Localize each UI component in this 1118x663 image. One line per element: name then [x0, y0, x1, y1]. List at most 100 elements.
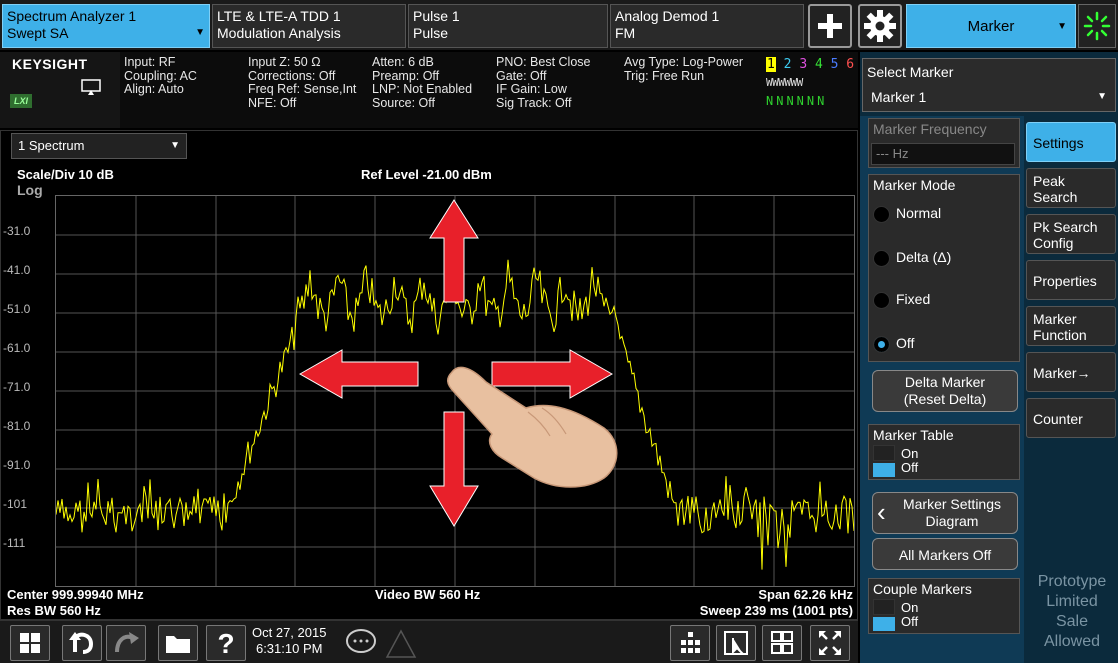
softkey-peak-search[interactable]: Peak Search	[1026, 168, 1116, 208]
y-tick-label: -31.0	[3, 224, 31, 238]
time-text: 6:31:10 PM	[255, 641, 323, 656]
select-marker-value: Marker 1	[871, 89, 927, 105]
redo-button[interactable]	[106, 625, 146, 661]
tab-title: Spectrum Analyzer 1	[7, 8, 137, 24]
softkey-marker-to[interactable]: Marker→	[1026, 352, 1116, 392]
softkey-settings[interactable]: Settings	[1026, 122, 1116, 162]
mode-tab-bar: Spectrum Analyzer 1 Swept SA ▼ LTE & LTE…	[0, 0, 1118, 50]
tab-analog-demod[interactable]: Analog Demod 1 FM	[610, 4, 804, 48]
softkey-label: Properties	[1033, 273, 1097, 289]
triangle-icon[interactable]	[384, 627, 418, 659]
marker-frequency-input: --- Hz	[871, 143, 1015, 165]
radio-off[interactable]: Off	[873, 335, 914, 353]
radio-normal[interactable]: Normal	[873, 205, 941, 223]
marker-table-toggle[interactable]	[873, 445, 895, 479]
info-line: Align: Auto	[124, 82, 184, 96]
trace-numbers: 1 2 3 4 5 6	[766, 56, 854, 74]
softkey-marker-function[interactable]: Marker Function	[1026, 306, 1116, 346]
tab-spectrum-analyzer[interactable]: Spectrum Analyzer 1 Swept SA ▼	[2, 4, 210, 48]
marker-settings-controls: Marker Frequency --- Hz Marker Mode Norm…	[860, 116, 1024, 663]
y-tick-label: -71.0	[3, 380, 31, 394]
select-marker-dropdown[interactable]: Select Marker Marker 1 ▼	[862, 58, 1116, 112]
chevron-down-icon: ▼	[1057, 21, 1067, 32]
toggle-off-segment	[873, 617, 895, 631]
menu-label: Marker	[967, 18, 1015, 35]
chevron-down-icon: ▼	[1097, 91, 1107, 102]
radio-icon	[873, 205, 890, 223]
marker-mode-group: Marker Mode Normal Delta (Δ) Fixed Off	[868, 174, 1020, 362]
tab-title: Pulse 1	[413, 8, 460, 24]
busy-indicator	[1078, 4, 1116, 48]
remote-icon	[81, 79, 101, 95]
scale-div-label: Scale/Div 10 dB	[17, 167, 114, 182]
y-tick-label: -101	[3, 497, 28, 511]
delta-marker-button[interactable]: Delta Marker (Reset Delta)	[872, 370, 1018, 412]
toggle-on-segment	[873, 599, 895, 615]
spinner-icon	[1083, 11, 1111, 41]
windows-start-button[interactable]	[10, 625, 50, 661]
layout-button[interactable]	[670, 625, 710, 661]
y-tick-label: -51.0	[3, 302, 31, 316]
add-screen-button[interactable]	[808, 4, 852, 48]
softkey-label: Search	[1033, 189, 1078, 205]
y-tick-label: -81.0	[3, 419, 31, 433]
select-marker-title: Select Marker	[867, 64, 954, 80]
chevron-down-icon: ▼	[170, 140, 180, 151]
info-line: Trig: Free Run	[624, 68, 705, 83]
lxi-badge: LXI	[10, 94, 32, 108]
view-label: 1 Spectrum	[18, 138, 85, 153]
trace-indicator[interactable]: 1 2 3 4 5 6 WWWWWW NNNNNN	[766, 56, 854, 110]
graticule[interactable]	[55, 195, 855, 587]
full-screen-button[interactable]	[810, 625, 850, 661]
file-button[interactable]	[158, 625, 198, 661]
log-label: Log	[17, 182, 43, 198]
spectrum-window[interactable]: 1 Spectrum ▼ Scale/Div 10 dB Log Ref Lev…	[0, 130, 858, 620]
help-button[interactable]: ?	[206, 625, 246, 661]
touch-button[interactable]	[716, 625, 756, 661]
info-line: Freq Ref: Sense,Int	[248, 82, 357, 96]
marker-settings-diagram-button[interactable]: ‹ Marker Settings Diagram	[872, 492, 1018, 534]
softkey-label: Marker	[1033, 311, 1077, 327]
marker-frequency-label: Marker Frequency	[873, 121, 987, 137]
radio-delta[interactable]: Delta (Δ)	[873, 249, 951, 267]
trace-4: 4	[814, 57, 823, 72]
softkey-properties[interactable]: Properties	[1026, 260, 1116, 300]
trace-3: 3	[799, 57, 808, 72]
settings-info-bar[interactable]: Input: RF Coupling: AC Align: Auto Input…	[0, 52, 858, 128]
radio-fixed[interactable]: Fixed	[873, 291, 930, 309]
softkey-counter[interactable]: Counter	[1026, 398, 1116, 438]
trace-2: 2	[783, 57, 792, 72]
info-line: Avg Type: Log-Power	[624, 55, 744, 69]
marker-table-control[interactable]: Marker Table On Off	[868, 424, 1020, 480]
info-line: Sig Track: Off	[496, 95, 572, 110]
info-line: Source: Off	[372, 95, 435, 110]
gear-icon	[864, 10, 896, 42]
softkey-pk-search-config[interactable]: Pk Search Config	[1026, 214, 1116, 254]
softkey-label: Pk Search	[1033, 219, 1098, 235]
toggle-off-label: Off	[901, 614, 919, 629]
speech-bubble-icon[interactable]	[344, 627, 378, 657]
keysight-logo: KEYSIGHT LXI	[0, 52, 120, 128]
info-line: Corrections: Off	[248, 68, 336, 83]
undo-button[interactable]	[62, 625, 102, 661]
tab-pulse[interactable]: Pulse 1 Pulse	[408, 4, 608, 48]
softkey-label: Settings	[1033, 135, 1084, 151]
sweep-label: Sweep 239 ms (1001 pts)	[699, 603, 853, 618]
grid-icon	[771, 631, 793, 654]
trace-detectors: NNNNNN	[766, 94, 828, 108]
info-line: LNP: Not Enabled	[372, 82, 473, 96]
view-select-dropdown[interactable]: 1 Spectrum ▼	[11, 133, 187, 159]
couple-markers-control[interactable]: Couple Markers On Off	[868, 578, 1020, 634]
info-line: NFE: Off	[248, 95, 297, 110]
settings-button[interactable]	[858, 4, 902, 48]
multi-window-button[interactable]	[762, 625, 802, 661]
redo-icon	[115, 632, 139, 653]
tab-lte[interactable]: LTE & LTE-A TDD 1 Modulation Analysis	[212, 4, 406, 48]
layout-icon	[681, 632, 700, 653]
menu-marker-tab[interactable]: Marker ▼	[906, 4, 1076, 48]
couple-markers-toggle[interactable]	[873, 599, 895, 633]
info-avg: Avg Type: Log-Power Trig: Free Run	[624, 55, 744, 83]
all-markers-off-button[interactable]: All Markers Off	[872, 538, 1018, 570]
info-pno: PNO: Best Close Gate: Off IF Gain: Low S…	[496, 55, 590, 110]
softkey-label: Peak	[1033, 173, 1065, 189]
